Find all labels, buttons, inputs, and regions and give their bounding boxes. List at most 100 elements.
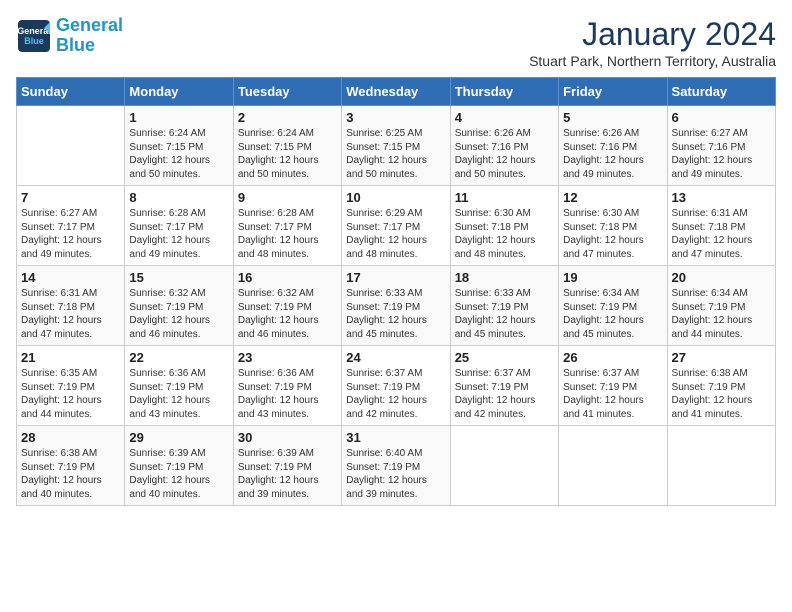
calendar-day-3: 3Sunrise: 6:25 AM Sunset: 7:15 PM Daylig… — [342, 106, 450, 186]
day-number: 3 — [346, 110, 445, 125]
day-header-saturday: Saturday — [667, 78, 775, 106]
calendar-day-11: 11Sunrise: 6:30 AM Sunset: 7:18 PM Dayli… — [450, 186, 558, 266]
calendar-empty-cell — [450, 426, 558, 506]
day-number: 26 — [563, 350, 662, 365]
calendar-day-4: 4 Sunrise: 6:26 AM Sunset: 7:16 PM Daylig… — [450, 106, 558, 186]
day-number: 23 — [238, 350, 337, 365]
location-subtitle: Stuart Park, Northern Territory, Austral… — [529, 53, 776, 69]
day-info: Sunrise: 6:26 AM Sunset: 7:16 PM Dayligh… — [563, 127, 662, 181]
day-info: Sunrise: 6:31 AM Sunset: 7:18 PM Dayligh… — [672, 207, 771, 261]
day-number: 8 — [129, 190, 228, 205]
calendar-day-5: 5 Sunrise: 6:26 AM Sunset: 7:16 PM Daylig… — [559, 106, 667, 186]
calendar-empty-cell — [667, 426, 775, 506]
svg-text:Blue: Blue — [24, 36, 44, 46]
day-info: Sunrise: 6:30 AM Sunset: 7:18 PM Dayligh… — [455, 207, 554, 261]
calendar-day-15: 15 Sunrise: 6:32 AM Sunset: 7:19 PM Dayli… — [125, 266, 233, 346]
day-info: Sunrise: 6:32 AM Sunset: 7:19 PM Dayligh… — [129, 287, 228, 341]
day-info: Sunrise: 6:39 AM Sunset: 7:19 PM Dayligh… — [129, 447, 228, 501]
calendar-week-row: 14Sunrise: 6:31 AM Sunset: 7:18 PM Dayli… — [17, 266, 776, 346]
day-number: 30 — [238, 430, 337, 445]
day-number: 24 — [346, 350, 445, 365]
day-number: 2 — [238, 110, 337, 125]
calendar-day-23: 23 Sunrise: 6:36 AM Sunset: 7:19 PM Dayli… — [233, 346, 341, 426]
day-info: Sunrise: 6:36 AM Sunset: 7:19 PM Dayligh… — [129, 367, 228, 421]
calendar-day-17: 17Sunrise: 6:33 AM Sunset: 7:19 PM Dayli… — [342, 266, 450, 346]
day-info: Sunrise: 6:37 AM Sunset: 7:19 PM Dayligh… — [455, 367, 554, 421]
day-number: 25 — [455, 350, 554, 365]
calendar-day-28: 28 Sunrise: 6:38 AM Sunset: 7:19 PM Dayli… — [17, 426, 125, 506]
calendar-day-12: 12 Sunrise: 6:30 AM Sunset: 7:18 PM Dayli… — [559, 186, 667, 266]
calendar-day-20: 20Sunrise: 6:34 AM Sunset: 7:19 PM Dayli… — [667, 266, 775, 346]
page-header: General Blue General Blue January 2024 S… — [16, 16, 776, 69]
day-info: Sunrise: 6:26 AM Sunset: 7:16 PM Dayligh… — [455, 127, 554, 181]
day-number: 18 — [455, 270, 554, 285]
calendar-week-row: 28 Sunrise: 6:38 AM Sunset: 7:19 PM Dayli… — [17, 426, 776, 506]
calendar-day-21: 21Sunrise: 6:35 AM Sunset: 7:19 PM Dayli… — [17, 346, 125, 426]
logo: General Blue General Blue — [16, 16, 123, 56]
day-info: Sunrise: 6:37 AM Sunset: 7:19 PM Dayligh… — [346, 367, 445, 421]
day-info: Sunrise: 6:34 AM Sunset: 7:19 PM Dayligh… — [563, 287, 662, 341]
day-info: Sunrise: 6:30 AM Sunset: 7:18 PM Dayligh… — [563, 207, 662, 261]
calendar-day-10: 10Sunrise: 6:29 AM Sunset: 7:17 PM Dayli… — [342, 186, 450, 266]
calendar-day-6: 6 Sunrise: 6:27 AM Sunset: 7:16 PM Daylig… — [667, 106, 775, 186]
day-number: 12 — [563, 190, 662, 205]
calendar-day-9: 9 Sunrise: 6:28 AM Sunset: 7:17 PM Daylig… — [233, 186, 341, 266]
day-info: Sunrise: 6:37 AM Sunset: 7:19 PM Dayligh… — [563, 367, 662, 421]
calendar-empty-cell — [559, 426, 667, 506]
day-info: Sunrise: 6:32 AM Sunset: 7:19 PM Dayligh… — [238, 287, 337, 341]
day-info: Sunrise: 6:36 AM Sunset: 7:19 PM Dayligh… — [238, 367, 337, 421]
title-block: January 2024 Stuart Park, Northern Terri… — [529, 16, 776, 69]
day-header-monday: Monday — [125, 78, 233, 106]
calendar-day-1: 1Sunrise: 6:24 AM Sunset: 7:15 PM Daylig… — [125, 106, 233, 186]
logo-text-blue: Blue — [56, 36, 123, 56]
calendar-day-2: 2 Sunrise: 6:24 AM Sunset: 7:15 PM Daylig… — [233, 106, 341, 186]
calendar-table: SundayMondayTuesdayWednesdayThursdayFrid… — [16, 77, 776, 506]
day-info: Sunrise: 6:27 AM Sunset: 7:17 PM Dayligh… — [21, 207, 120, 261]
calendar-day-16: 16 Sunrise: 6:32 AM Sunset: 7:19 PM Dayli… — [233, 266, 341, 346]
day-info: Sunrise: 6:34 AM Sunset: 7:19 PM Dayligh… — [672, 287, 771, 341]
day-header-sunday: Sunday — [17, 78, 125, 106]
calendar-empty-cell — [17, 106, 125, 186]
day-info: Sunrise: 6:27 AM Sunset: 7:16 PM Dayligh… — [672, 127, 771, 181]
day-header-friday: Friday — [559, 78, 667, 106]
calendar-week-row: 1 Sunrise: 6:24 AM Sunset: 7:15 PM Daylig… — [17, 106, 776, 186]
calendar-day-25: 25 Sunrise: 6:37 AM Sunset: 7:19 PM Dayli… — [450, 346, 558, 426]
day-header-tuesday: Tuesday — [233, 78, 341, 106]
day-number: 31 — [346, 430, 445, 445]
day-number: 15 — [129, 270, 228, 285]
day-number: 16 — [238, 270, 337, 285]
month-title: January 2024 — [529, 16, 776, 53]
day-info: Sunrise: 6:31 AM Sunset: 7:18 PM Dayligh… — [21, 287, 120, 341]
day-number: 5 — [563, 110, 662, 125]
calendar-day-14: 14Sunrise: 6:31 AM Sunset: 7:18 PM Dayli… — [17, 266, 125, 346]
calendar-day-19: 19 Sunrise: 6:34 AM Sunset: 7:19 PM Dayli… — [559, 266, 667, 346]
day-info: Sunrise: 6:28 AM Sunset: 7:17 PM Dayligh… — [238, 207, 337, 261]
day-number: 1 — [129, 110, 228, 125]
logo-text: General — [56, 16, 123, 36]
day-info: Sunrise: 6:24 AM Sunset: 7:15 PM Dayligh… — [238, 127, 337, 181]
day-header-thursday: Thursday — [450, 78, 558, 106]
day-info: Sunrise: 6:38 AM Sunset: 7:19 PM Dayligh… — [21, 447, 120, 501]
day-number: 28 — [21, 430, 120, 445]
calendar-day-27: 27 Sunrise: 6:38 AM Sunset: 7:19 PM Dayli… — [667, 346, 775, 426]
calendar-header-row: SundayMondayTuesdayWednesdayThursdayFrid… — [17, 78, 776, 106]
day-number: 9 — [238, 190, 337, 205]
calendar-day-26: 26 Sunrise: 6:37 AM Sunset: 7:19 PM Dayli… — [559, 346, 667, 426]
day-number: 4 — [455, 110, 554, 125]
day-info: Sunrise: 6:38 AM Sunset: 7:19 PM Dayligh… — [672, 367, 771, 421]
calendar-day-18: 18Sunrise: 6:33 AM Sunset: 7:19 PM Dayli… — [450, 266, 558, 346]
calendar-week-row: 7 Sunrise: 6:27 AM Sunset: 7:17 PM Daylig… — [17, 186, 776, 266]
logo-icon: General Blue — [16, 18, 52, 54]
calendar-day-22: 22Sunrise: 6:36 AM Sunset: 7:19 PM Dayli… — [125, 346, 233, 426]
day-info: Sunrise: 6:39 AM Sunset: 7:19 PM Dayligh… — [238, 447, 337, 501]
day-number: 27 — [672, 350, 771, 365]
day-number: 19 — [563, 270, 662, 285]
day-number: 7 — [21, 190, 120, 205]
calendar-day-13: 13Sunrise: 6:31 AM Sunset: 7:18 PM Dayli… — [667, 186, 775, 266]
calendar-day-24: 24 Sunrise: 6:37 AM Sunset: 7:19 PM Dayli… — [342, 346, 450, 426]
day-info: Sunrise: 6:40 AM Sunset: 7:19 PM Dayligh… — [346, 447, 445, 501]
calendar-day-8: 8Sunrise: 6:28 AM Sunset: 7:17 PM Daylig… — [125, 186, 233, 266]
day-info: Sunrise: 6:35 AM Sunset: 7:19 PM Dayligh… — [21, 367, 120, 421]
calendar-day-29: 29Sunrise: 6:39 AM Sunset: 7:19 PM Dayli… — [125, 426, 233, 506]
day-number: 6 — [672, 110, 771, 125]
